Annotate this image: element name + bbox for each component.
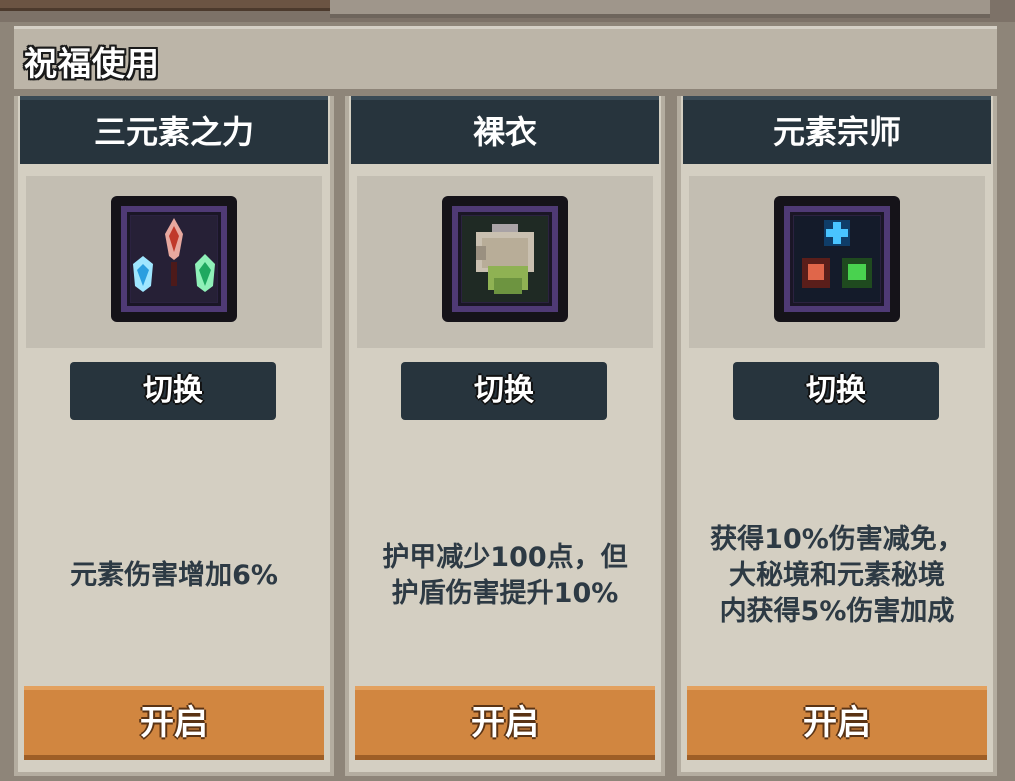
icon-well	[689, 176, 985, 348]
card-description: 获得10%伤害减免， 大秘境和元素秘境 内获得5%伤害加成	[710, 524, 964, 627]
top-strip-decor	[330, 0, 990, 18]
naked-shirt-icon	[442, 196, 568, 322]
panel-header: 祝福使用	[14, 26, 997, 89]
open-button[interactable]: 开启	[24, 686, 324, 760]
switch-button[interactable]: 切换	[733, 362, 939, 420]
card-title: 元素宗师	[683, 100, 991, 164]
top-tab-decor	[0, 0, 330, 11]
switch-button[interactable]: 切换	[70, 362, 276, 420]
element-master-icon	[774, 196, 900, 322]
card-title: 三元素之力	[20, 100, 328, 164]
open-button[interactable]: 开启	[355, 686, 655, 760]
card-description: 护甲减少100点，但 护盾伤害提升10%	[382, 542, 628, 609]
top-decor-bar	[0, 0, 1015, 22]
panel-title: 祝福使用	[24, 44, 160, 83]
blessing-card-element-master: 元素宗师 切换 获得10%伤害减免， 大秘境和元素秘境 内获得5%伤害加成 开启	[677, 96, 997, 776]
blessing-card-tri-element: 三元素之力 切换 元素伤害增加6% 开启	[14, 96, 334, 776]
icon-well	[26, 176, 322, 348]
card-description: 元素伤害增加6%	[70, 560, 278, 591]
tri-element-crystals-icon	[111, 196, 237, 322]
card-title: 裸衣	[351, 100, 659, 164]
switch-button[interactable]: 切换	[401, 362, 607, 420]
blessing-card-naked: 裸衣 切换 护甲减少100点，但 护盾伤害提升10% 开启	[345, 96, 665, 776]
open-button[interactable]: 开启	[687, 686, 987, 760]
icon-well	[357, 176, 653, 348]
